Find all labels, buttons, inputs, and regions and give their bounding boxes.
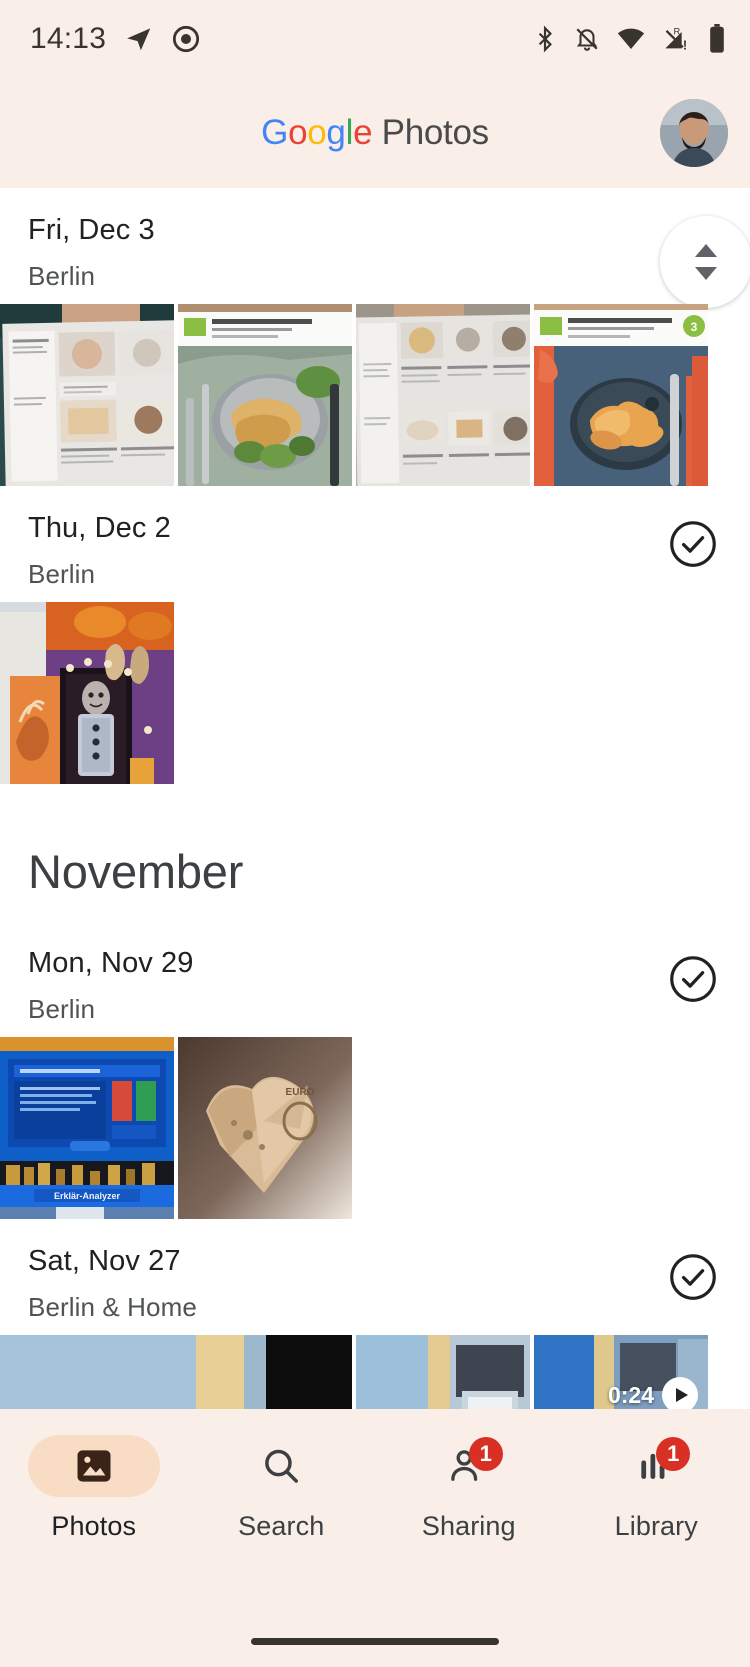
day-place: Berlin (28, 994, 96, 1024)
select-all-checkmark-icon[interactable] (668, 954, 718, 1004)
svg-text:3: 3 (691, 320, 698, 334)
photo-row-nov-29: Erklär-Analyzer EURO (0, 1037, 750, 1219)
status-bar-right: R ! (532, 24, 726, 54)
nav-label-sharing: Sharing (421, 1511, 516, 1541)
gesture-home-bar[interactable] (251, 1638, 499, 1645)
nav-label-library: Library (614, 1511, 698, 1541)
month-header-november: November (28, 845, 244, 898)
photo-tile[interactable]: Erklär-Analyzer (0, 1037, 174, 1219)
video-duration: 0:24 (607, 1381, 654, 1408)
svg-text:EURO: EURO (286, 1087, 315, 1098)
bluetooth-icon (532, 25, 558, 53)
nav-icon-wrap-search[interactable] (215, 1435, 347, 1497)
sharing-badge: 1 (468, 1437, 503, 1471)
day-place: Berlin (28, 559, 96, 589)
day-title: Mon, Nov 29 (28, 947, 194, 979)
photo-row-dec-2 (0, 602, 750, 784)
day-header-thu-dec-2: Thu, Dec 2 Berlin (0, 486, 750, 602)
play-icon[interactable] (662, 1377, 698, 1413)
nav-icon-wrap-photos[interactable] (27, 1435, 160, 1497)
google-photos-logo: Google Photos (261, 113, 489, 152)
day-place: Berlin & Home (28, 1292, 197, 1322)
nav-item-search[interactable]: Search (188, 1435, 376, 1585)
day-header-fri-dec-3: Fri, Dec 3 Berlin (0, 188, 750, 308)
nav-item-library[interactable]: 1 Library (563, 1435, 750, 1585)
svg-text:!: ! (683, 38, 687, 53)
photo-tile[interactable] (178, 304, 352, 486)
photo-tile[interactable]: EURO (178, 1037, 352, 1219)
svg-text:Erklär-Analyzer: Erklär-Analyzer (54, 1191, 121, 1201)
photo-tile[interactable] (0, 304, 174, 486)
photo-tile[interactable] (356, 304, 530, 486)
library-badge: 1 (656, 1437, 691, 1471)
nav-icon-wrap-sharing[interactable]: 1 (403, 1435, 535, 1497)
phone-screen: 14:13 R ! Google Photos Fri, Dec 3 Berli… (0, 0, 750, 1667)
select-all-checkmark-icon[interactable] (668, 519, 718, 569)
nav-item-sharing[interactable]: 1 Sharing (375, 1435, 563, 1585)
video-badge: 0:24 (608, 1377, 698, 1413)
nav-items: Photos Search 1 Sharing 1 Library (0, 1435, 750, 1585)
telegram-icon (124, 24, 154, 54)
photo-tile[interactable]: 3 (534, 304, 708, 486)
nav-item-photos[interactable]: Photos (0, 1435, 188, 1585)
day-title: Sat, Nov 27 (28, 1245, 181, 1277)
record-target-icon (172, 25, 200, 53)
status-bar-left: 14:13 (30, 22, 200, 56)
bottom-navigation-bar: Photos Search 1 Sharing 1 Library (0, 1409, 750, 1667)
day-title: Fri, Dec 3 (28, 214, 155, 246)
cellular-roaming-warning-icon: R ! (662, 25, 692, 53)
day-place: Berlin (28, 261, 96, 291)
search-icon (265, 1449, 299, 1483)
account-avatar[interactable] (660, 99, 728, 167)
notifications-off-icon (574, 25, 600, 53)
battery-icon (708, 24, 726, 54)
photos-icon (77, 1450, 111, 1482)
day-header-sat-nov-27: Sat, Nov 27 Berlin & Home (0, 1219, 750, 1335)
nav-icon-wrap-library[interactable]: 1 (590, 1435, 722, 1497)
photo-tile[interactable] (0, 602, 174, 784)
status-bar: 14:13 R ! (0, 0, 750, 78)
scroll-thumb[interactable] (660, 216, 750, 308)
select-all-checkmark-icon[interactable] (668, 1252, 718, 1302)
status-bar-clock: 14:13 (30, 22, 107, 55)
scroll-down-icon[interactable] (695, 267, 717, 280)
app-bar: Google Photos (0, 78, 750, 188)
scroll-up-icon[interactable] (695, 244, 717, 257)
day-header-mon-nov-29: Mon, Nov 29 Berlin (0, 921, 750, 1037)
nav-label-search: Search (238, 1511, 325, 1541)
photo-row-dec-3: 3 (0, 304, 750, 486)
day-title: Thu, Dec 2 (28, 512, 171, 544)
wifi-icon (616, 26, 646, 52)
nav-label-photos: Photos (51, 1511, 137, 1541)
